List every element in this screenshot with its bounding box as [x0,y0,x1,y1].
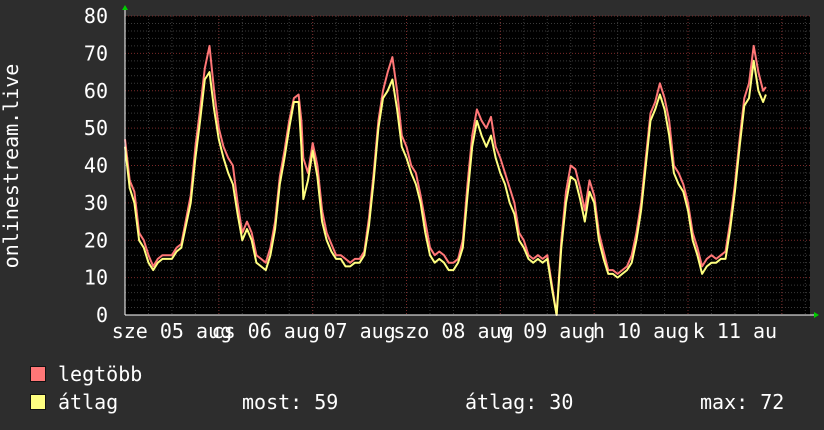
legend-label-max: legtöbb [58,362,143,386]
y-tick-label: 10 [84,266,108,290]
stat-average: átlag: 30 [465,390,574,414]
legend-label-avg: átlag [58,390,119,414]
stat-now: most: 59 [242,390,339,414]
y-tick-label: 0 [96,303,108,327]
y-tick-label: 20 [84,228,108,252]
y-tick-label: 30 [84,191,108,215]
x-tick-labels: sze 05 augcs 06 aug 07 augszo 08 augv 09 … [112,319,777,343]
x-tick-label: szo 08 aug [393,319,513,343]
legend-item-avg: átlag [30,390,118,414]
avg-swatch [30,393,46,410]
y-tick-label: 70 [84,41,108,65]
legend-item-max: legtöbb [30,362,142,386]
x-tick-label: h 10 aug [593,319,689,343]
legend: legtöbb átlag most: 59 átlag: 30 max: 72 [0,360,824,430]
y-tick-label: 40 [84,154,108,178]
x-tick-label: cs 06 aug [212,319,320,343]
x-tick-label: v 09 aug [499,319,595,343]
grid [124,15,810,316]
max-swatch [30,365,46,382]
y-tick-label: 50 [84,116,108,140]
y-tick-label: 60 [84,79,108,103]
x-tick-label: 07 aug [323,319,395,343]
y-tick-labels: 0 10 20 30 40 50 60 70 80 [84,4,108,327]
x-tick-label: k 11 au [693,319,777,343]
stat-max: max: 72 [700,390,785,414]
y-axis-label: onlinestream.live [0,64,23,269]
y-tick-label: 80 [84,4,108,28]
